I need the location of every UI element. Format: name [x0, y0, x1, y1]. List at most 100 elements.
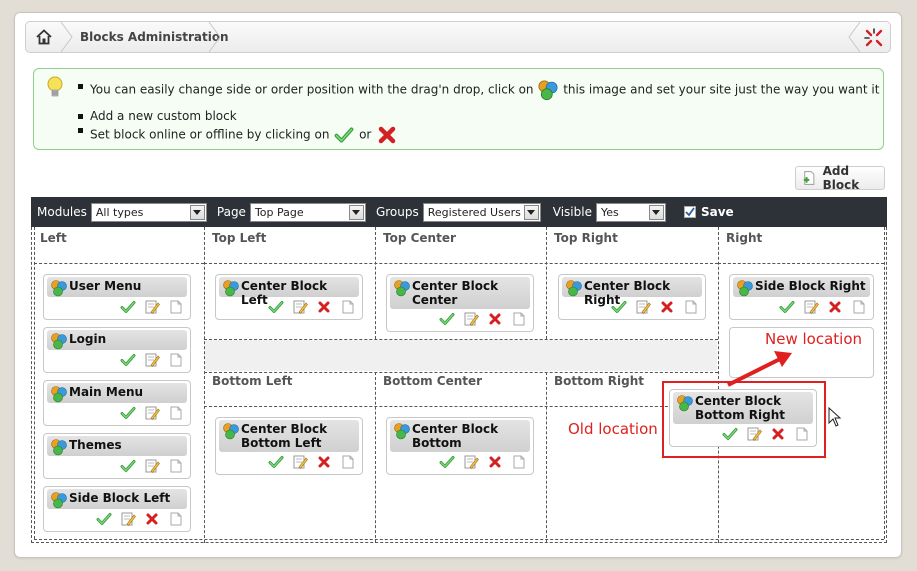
copy-document-icon[interactable]	[511, 311, 527, 327]
block-side-block-right[interactable]: Side Block Right	[729, 274, 874, 320]
home-icon[interactable]	[26, 22, 62, 52]
save-button[interactable]: Save	[701, 205, 734, 219]
block-title[interactable]: Center Block Bottom	[390, 420, 530, 452]
block-user-menu[interactable]: User Menu	[43, 274, 191, 320]
close-icon[interactable]	[862, 26, 886, 50]
online-check-icon[interactable]	[439, 454, 455, 470]
edit-icon[interactable]	[144, 299, 160, 315]
online-check-icon[interactable]	[611, 299, 627, 315]
block-center-block-bottom-left[interactable]: Center Block Bottom Left	[215, 417, 363, 475]
zone-top-center-title: Top Center	[383, 231, 456, 245]
zone-bottom-right-title: Bottom Right	[554, 374, 645, 388]
online-check-icon[interactable]	[120, 352, 136, 368]
drag-gem-icon[interactable]	[50, 332, 68, 350]
copy-document-icon[interactable]	[851, 299, 867, 315]
column-divider	[204, 227, 205, 543]
block-login[interactable]: Login	[43, 327, 191, 373]
online-check-icon[interactable]	[120, 458, 136, 474]
edit-icon[interactable]	[144, 352, 160, 368]
drag-gem-icon[interactable]	[736, 279, 754, 297]
block-title[interactable]: Center Block Center	[390, 277, 530, 309]
modules-select[interactable]: All types	[90, 202, 207, 222]
drag-gem-icon[interactable]	[50, 279, 68, 297]
column-divider	[375, 372, 376, 543]
online-check-icon[interactable]	[268, 454, 284, 470]
block-themes[interactable]: Themes	[43, 433, 191, 479]
arrow-icon	[727, 351, 792, 387]
zone-bottom-left-title: Bottom Left	[212, 374, 293, 388]
online-check-icon[interactable]	[268, 299, 284, 315]
block-center-block-right[interactable]: Center Block Right	[558, 274, 706, 320]
edit-icon[interactable]	[144, 458, 160, 474]
copy-document-icon[interactable]	[511, 454, 527, 470]
block-center-block-left[interactable]: Center Block Left	[215, 274, 363, 320]
copy-document-icon[interactable]	[168, 299, 184, 315]
column-divider	[375, 227, 376, 339]
drag-gem-icon[interactable]	[393, 279, 411, 297]
drag-gem-icon[interactable]	[50, 438, 68, 456]
online-check-icon[interactable]	[120, 299, 136, 315]
offline-x-icon[interactable]	[144, 511, 160, 527]
online-check-icon[interactable]	[120, 405, 136, 421]
drop-zone-gap	[205, 340, 717, 371]
chevron-down-icon	[348, 204, 364, 220]
row-divider	[204, 372, 718, 373]
block-side-block-left[interactable]: Side Block Left	[43, 486, 191, 532]
offline-x-icon[interactable]	[316, 299, 332, 315]
edit-icon[interactable]	[463, 454, 479, 470]
offline-x-icon[interactable]	[827, 299, 843, 315]
online-check-icon[interactable]	[439, 311, 455, 327]
zone-bottom-center-title: Bottom Center	[383, 374, 483, 388]
drag-gem-icon[interactable]	[393, 422, 411, 440]
block-title[interactable]: Center Block Right	[562, 277, 702, 307]
drag-gem-icon[interactable]	[222, 279, 240, 297]
online-check-icon[interactable]	[96, 511, 112, 527]
offline-x-icon[interactable]	[487, 454, 503, 470]
offline-x-icon[interactable]	[487, 311, 503, 327]
column-divider	[34, 227, 35, 539]
edit-icon[interactable]	[463, 311, 479, 327]
drag-gem-icon[interactable]	[50, 491, 68, 509]
online-check-icon[interactable]	[779, 299, 795, 315]
copy-document-icon[interactable]	[168, 405, 184, 421]
drag-gem-icon[interactable]	[222, 422, 240, 440]
info-box: You can easily change side or order posi…	[33, 68, 884, 150]
row-divider	[34, 539, 884, 540]
page-select[interactable]: Top Page	[249, 202, 366, 222]
block-title[interactable]: Login	[47, 330, 187, 350]
block-title[interactable]: Themes	[47, 436, 187, 456]
copy-document-icon[interactable]	[683, 299, 699, 315]
edit-icon[interactable]	[120, 511, 136, 527]
block-title[interactable]: Side Block Right	[733, 277, 870, 297]
blocks-admin-panel: Blocks Administration You can easily cha…	[14, 12, 902, 558]
copy-document-icon[interactable]	[168, 352, 184, 368]
add-block-button[interactable]: Add Block	[795, 164, 885, 192]
drag-gem-icon[interactable]	[50, 385, 68, 403]
block-title[interactable]: User Menu	[47, 277, 187, 297]
block-center-block-center[interactable]: Center Block Center	[386, 274, 534, 332]
edit-icon[interactable]	[292, 454, 308, 470]
edit-icon[interactable]	[292, 299, 308, 315]
block-main-menu[interactable]: Main Menu	[43, 380, 191, 426]
info-item-drag: You can easily change side or order posi…	[78, 79, 879, 101]
save-checkbox[interactable]	[683, 206, 696, 218]
drag-gem-icon[interactable]	[565, 279, 583, 297]
offline-x-icon[interactable]	[659, 299, 675, 315]
zone-left-title: Left	[40, 231, 67, 245]
visible-select[interactable]: Yes	[595, 202, 666, 222]
copy-document-icon[interactable]	[168, 458, 184, 474]
copy-document-icon[interactable]	[168, 511, 184, 527]
edit-icon[interactable]	[635, 299, 651, 315]
edit-icon[interactable]	[803, 299, 819, 315]
block-title[interactable]: Center Block Bottom Left	[219, 420, 359, 452]
groups-select[interactable]: Registered Users	[422, 202, 541, 222]
column-divider	[546, 227, 547, 339]
block-title[interactable]: Center Block Left	[219, 277, 359, 307]
block-title[interactable]: Main Menu	[47, 383, 187, 403]
block-center-block-bottom[interactable]: Center Block Bottom	[386, 417, 534, 475]
edit-icon[interactable]	[144, 405, 160, 421]
offline-x-icon[interactable]	[316, 454, 332, 470]
block-title[interactable]: Side Block Left	[47, 489, 187, 509]
copy-document-icon[interactable]	[340, 299, 356, 315]
copy-document-icon[interactable]	[340, 454, 356, 470]
